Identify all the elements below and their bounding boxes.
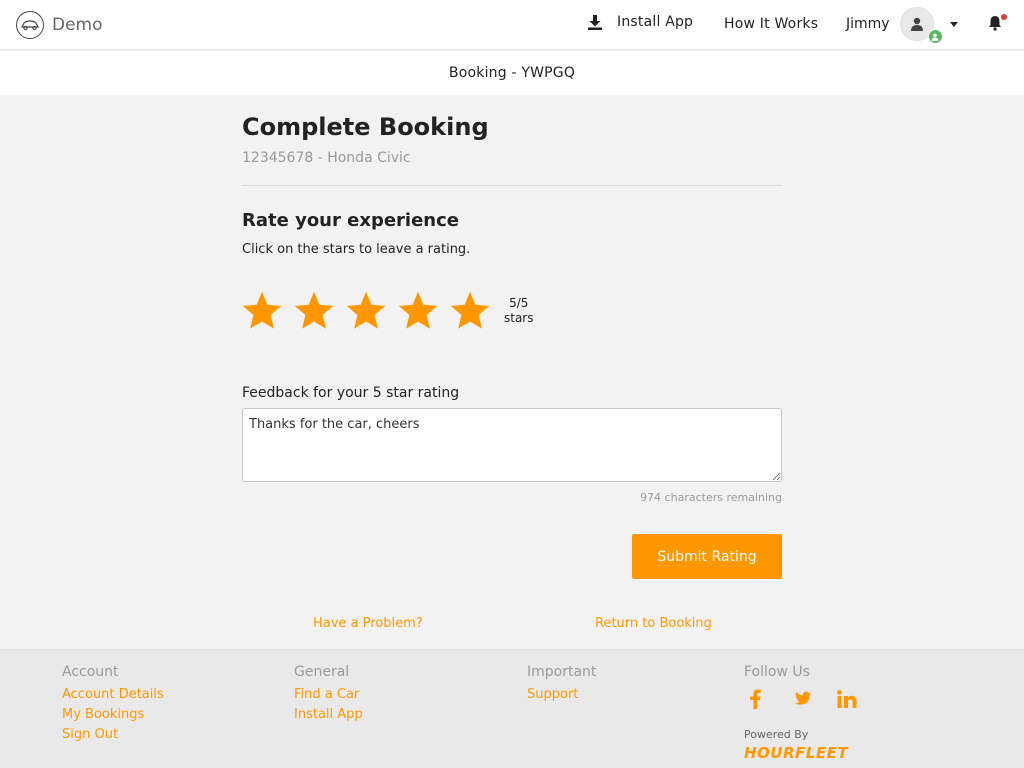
star-icon[interactable]: [448, 289, 492, 333]
star-icon[interactable]: [396, 289, 440, 333]
avatar: [899, 7, 943, 44]
rating-readout: 5/5 stars: [504, 296, 534, 326]
rating-unit: stars: [504, 311, 534, 325]
powered-by-label: Powered By: [744, 728, 809, 741]
rate-hint: Click on the stars to leave a rating.: [242, 242, 471, 257]
car-logo-icon: [16, 11, 44, 39]
chevron-down-icon: [949, 21, 958, 27]
star-rating: 5/5 stars: [240, 289, 534, 333]
vehicle-subtitle: 12345678 - Honda Civic: [242, 150, 411, 166]
booking-subheader: Booking - YWPGQ: [0, 51, 1024, 95]
return-to-booking-link[interactable]: Return to Booking: [595, 616, 712, 631]
nav-install-app-label: Install App: [617, 14, 694, 30]
hourfleet-logo: HOURFLEET: [744, 744, 849, 762]
facebook-icon[interactable]: [744, 688, 766, 710]
social-links: [744, 688, 882, 710]
booking-reference: Booking - YWPGQ: [448, 65, 576, 81]
brand-link[interactable]: Demo: [16, 11, 103, 39]
divider: [242, 185, 782, 186]
footer-important-heading: Important: [527, 664, 597, 680]
brand-name: Demo: [52, 15, 103, 35]
footer-link-sign-out[interactable]: Sign Out: [62, 725, 164, 745]
user-menu[interactable]: Jimmy: [846, 7, 958, 44]
footer-link-my-bookings[interactable]: My Bookings: [62, 705, 164, 725]
footer-account-heading: Account: [62, 664, 119, 680]
notification-dot: [1001, 14, 1007, 20]
bell-icon: [989, 16, 1001, 31]
feedback-textarea[interactable]: [242, 408, 782, 482]
footer-link-find-a-car[interactable]: Find a Car: [294, 685, 363, 705]
characters-remaining: 974 characters remaining: [640, 491, 782, 504]
footer-general-column: General Find a Car Install App: [294, 664, 363, 725]
feedback-label: Feedback for your 5 star rating: [242, 385, 460, 401]
twitter-icon[interactable]: [790, 688, 812, 710]
star-icon[interactable]: [344, 289, 388, 333]
footer: Account Account Details My Bookings Sign…: [0, 649, 1024, 768]
have-a-problem-link[interactable]: Have a Problem?: [313, 616, 423, 631]
rate-title: Rate your experience: [242, 210, 460, 231]
page-title: Complete Booking: [242, 113, 489, 141]
user-silhouette-icon: [910, 17, 923, 31]
footer-important-column: Important Support: [527, 664, 596, 705]
user-name: Jimmy: [846, 16, 890, 32]
rating-value: 5/5: [509, 296, 529, 310]
user-badge-icon: [931, 33, 939, 41]
star-icon[interactable]: [240, 289, 284, 333]
footer-follow-column: Follow Us Powered By HOURFLEET: [744, 664, 882, 762]
nav-install-app[interactable]: Install App: [588, 14, 693, 30]
footer-follow-heading: Follow Us: [744, 664, 810, 680]
submit-rating-button[interactable]: Submit Rating: [632, 534, 782, 579]
footer-link-account-details[interactable]: Account Details: [62, 685, 164, 705]
footer-link-install-app[interactable]: Install App: [294, 705, 363, 725]
top-navbar: Demo Install App How It Works Jimmy: [0, 0, 1024, 50]
footer-account-column: Account Account Details My Bookings Sign…: [62, 664, 164, 745]
linkedin-icon[interactable]: [836, 688, 858, 710]
footer-link-support[interactable]: Support: [527, 685, 596, 705]
notifications-button[interactable]: [988, 14, 1007, 35]
download-icon: [588, 14, 602, 30]
online-status-badge: [927, 29, 943, 44]
nav-how-it-works[interactable]: How It Works: [724, 16, 818, 32]
footer-general-heading: General: [294, 664, 350, 680]
star-icon[interactable]: [292, 289, 336, 333]
